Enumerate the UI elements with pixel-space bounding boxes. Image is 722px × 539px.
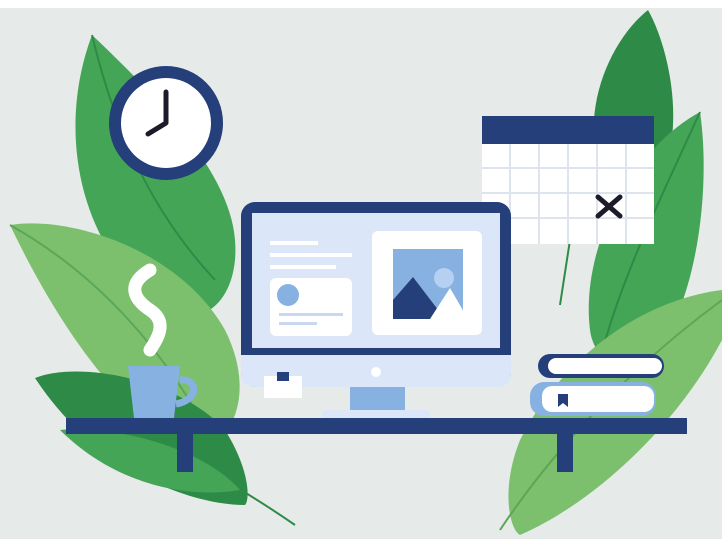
wall-clock-icon — [109, 66, 223, 180]
screen-text-line — [279, 322, 317, 325]
shelf-bracket-right — [557, 434, 573, 472]
avatar — [277, 284, 299, 306]
screen-text-line — [270, 253, 352, 257]
illustration-scene — [0, 0, 722, 539]
shelf-bracket-left — [177, 434, 193, 472]
shelf-board — [66, 418, 687, 434]
calendar-header — [482, 116, 654, 144]
book-stack-icon — [530, 354, 664, 416]
screen-text-line — [279, 313, 343, 316]
image-placeholder-icon — [393, 249, 468, 319]
screen-text-line — [270, 241, 318, 245]
power-button — [371, 367, 381, 377]
cup-body — [128, 366, 180, 418]
screen-text-line — [270, 265, 336, 269]
workspace-illustration — [0, 8, 722, 539]
